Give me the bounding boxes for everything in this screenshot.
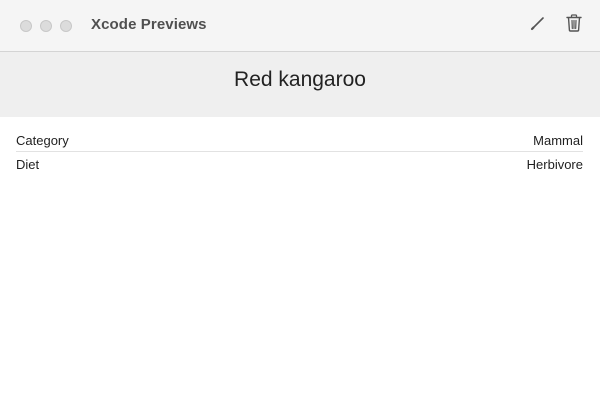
- animal-name-title: Red kangaroo: [234, 68, 366, 91]
- detail-value: Mammal: [533, 133, 583, 148]
- detail-header: Red kangaroo: [0, 52, 600, 117]
- detail-label: Diet: [16, 157, 40, 172]
- edit-button[interactable]: [527, 14, 549, 36]
- pencil-icon: [530, 15, 546, 36]
- title-bar: Xcode Previews: [0, 0, 600, 52]
- zoom-window-button[interactable]: [60, 20, 72, 32]
- close-window-button[interactable]: [20, 20, 32, 32]
- preview-window: Xcode Previews Red kangaroo Category Mam…: [0, 0, 600, 400]
- delete-button[interactable]: [563, 13, 585, 38]
- minimize-window-button[interactable]: [40, 20, 52, 32]
- detail-row-category: Category Mammal: [16, 128, 583, 151]
- window-title: Xcode Previews: [91, 16, 207, 33]
- detail-row-diet: Diet Herbivore: [16, 152, 583, 175]
- trash-icon: [565, 13, 583, 38]
- detail-label: Category: [16, 133, 69, 148]
- details-list: Category Mammal Diet Herbivore: [16, 128, 583, 175]
- detail-value: Herbivore: [526, 157, 583, 172]
